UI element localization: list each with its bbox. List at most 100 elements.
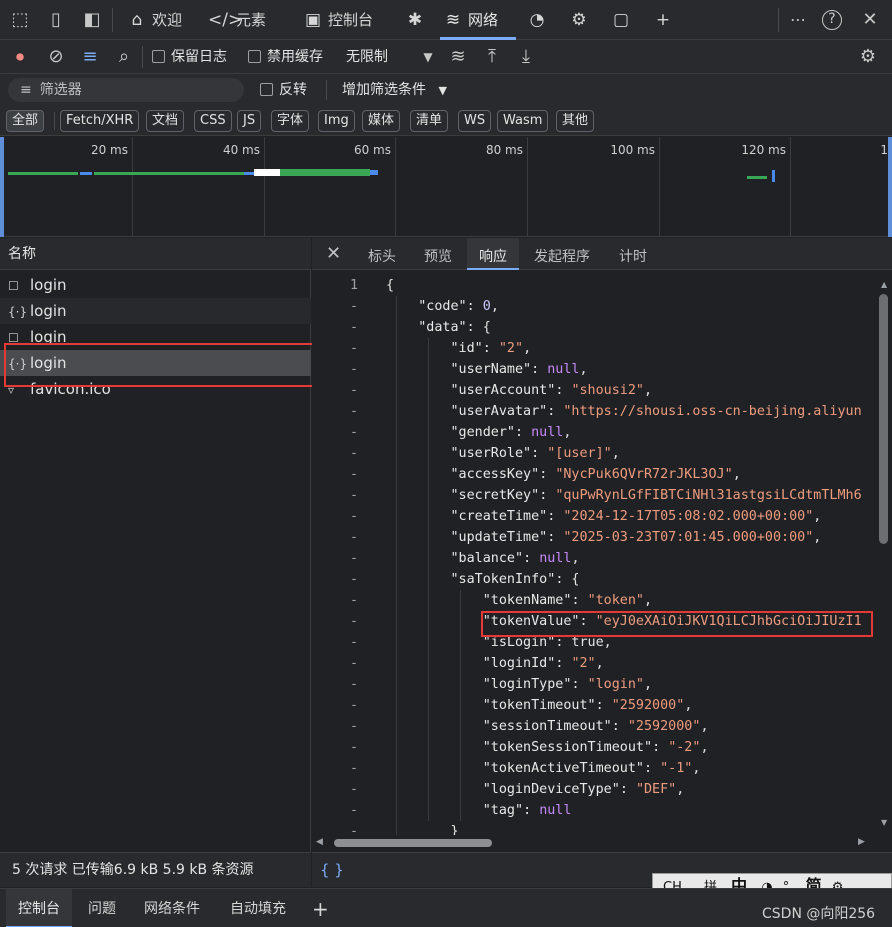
tab-timing[interactable]: 计时 [619,238,647,270]
tab-console[interactable]: ▣ 控制台 [300,0,373,40]
tab-response[interactable]: 响应 [467,238,519,270]
filter-toggle-icon[interactable]: ≡ [78,45,102,69]
filter-input[interactable]: ≡ 筛选器 [8,78,244,102]
type-css[interactable]: CSS [194,110,232,132]
disable-cache-checkbox[interactable]: 禁用缓存 [248,40,323,74]
type-ws[interactable]: WS [458,110,492,132]
close-icon[interactable]: ✕ [858,8,882,32]
help-icon[interactable]: ? [822,10,842,30]
line-number: - [349,698,358,713]
type-img[interactable]: Img [318,110,355,132]
tab-memory[interactable]: ⚙ [566,0,594,40]
divider [778,8,779,32]
tab-initiator[interactable]: 发起程序 [534,238,590,270]
line-number: - [349,299,358,314]
line-number: - [349,761,358,776]
vertical-scrollbar[interactable]: ▲ ▼ [876,280,892,832]
type-other[interactable]: 其他 [556,110,595,132]
type-wasm[interactable]: Wasm [497,110,549,132]
add-drawer-tab-icon[interactable]: + [312,889,329,927]
drawer-tab-network-conditions[interactable]: 网络条件 [144,889,200,927]
watermark: CSDN @向阳256 [762,906,876,922]
line-number: - [349,635,358,650]
scroll-down-icon[interactable]: ▼ [881,818,887,827]
code-line: "secretKey": "quPwRynLGfFIBTCiNHl31astgs… [450,488,862,503]
bug-icon: ✱ [407,10,423,30]
tab-welcome[interactable]: ⌂ 欢迎 [124,0,182,40]
indent-guide [460,590,461,821]
divider [54,112,55,130]
code-line: "sessionTimeout": "2592000", [482,719,709,734]
tick-label: 40 ms [222,143,260,157]
tab-headers[interactable]: 标头 [368,238,396,270]
tab-network[interactable]: ≋ 网络 [440,0,516,40]
tick-line [790,137,791,237]
network-conditions-icon[interactable]: ≋ [446,45,470,69]
horizontal-scrollbar[interactable]: ◀ ▶ [312,835,876,851]
add-filter-button[interactable]: 增加筛选条件 ▼ [342,74,447,106]
line-number: - [349,572,358,587]
resource-type-filter: 全部 Fetch/XHR 文档 CSS JS 字体 Img 媒体 清单 WS W… [0,106,892,136]
request-row[interactable]: {·} login [0,298,311,324]
device-toolbar-icon[interactable]: ▯ [44,8,68,32]
tab-preview[interactable]: 预览 [424,238,452,270]
timeline-end-handle[interactable] [888,137,892,237]
tab-application[interactable]: ▢ [608,0,636,40]
type-fetch-xhr[interactable]: Fetch/XHR [60,110,140,132]
home-icon: ⌂ [131,10,143,30]
scroll-up-icon[interactable]: ▲ [881,280,887,289]
indent-guide [396,296,397,835]
tab-elements[interactable]: </>元素 [208,0,266,40]
preserve-log-checkbox[interactable]: 保留日志 [152,40,227,74]
record-stop-icon[interactable]: ⏺ [8,45,32,69]
clear-icon[interactable]: ⊘ [44,45,68,69]
tab-sources[interactable]: ✱ [402,0,430,40]
drawer-tab-console[interactable]: 控制台 [6,889,72,927]
checkbox-box [260,83,273,96]
code-line: "code": 0, [418,299,499,314]
type-font[interactable]: 字体 [271,110,310,132]
tick-line [527,137,528,237]
request-row[interactable]: ☐ login [0,272,311,298]
inspect-element-icon[interactable]: ⬚ [8,8,32,32]
timing-bar [280,169,370,176]
timing-bar [772,170,775,182]
pretty-print-button[interactable]: { } [320,853,344,887]
highlight-box [481,611,873,637]
response-code-view[interactable]: 1 {- "code": 0, - "data": {- "id": "2", - "… [312,271,878,835]
settings-gear-icon[interactable]: ⚙ [856,45,880,69]
line-number: - [349,509,358,524]
code-line: "balance": null, [450,551,580,566]
scroll-right-icon[interactable]: ▶ [858,837,865,847]
scroll-left-icon[interactable]: ◀ [316,837,323,847]
dock-side-icon[interactable]: ◧ [80,8,104,32]
type-js[interactable]: JS [237,110,262,132]
tab-performance[interactable]: ◔ [524,0,552,40]
export-har-icon[interactable]: ⤓ [514,45,538,69]
drawer-tab-issues[interactable]: 问题 [88,889,116,927]
type-all[interactable]: 全部 [6,110,45,132]
close-icon[interactable]: ✕ [326,238,341,270]
type-document[interactable]: 文档 [146,110,185,132]
name-column-header[interactable]: 名称 [0,238,311,270]
scroll-thumb[interactable] [879,294,888,544]
invert-checkbox[interactable]: 反转 [260,74,307,106]
code-line: "updateTime": "2025-03-23T07:01:45.000+0… [450,530,822,545]
timing-bar [370,170,378,175]
drawer-tab-autofill[interactable]: 自动填充 [230,889,286,927]
code-line: "userName": null, [450,362,588,377]
more-options-icon[interactable]: ⋯ [786,8,810,32]
type-media[interactable]: 媒体 [362,110,401,132]
type-manifest[interactable]: 清单 [410,110,449,132]
code-line: "loginDeviceType": "DEF", [482,782,685,797]
timeline-start-handle[interactable] [0,137,4,237]
throttling-select[interactable]: 无限制 [346,40,388,74]
code-line: "tokenTimeout": "2592000", [482,698,693,713]
chevron-down-icon[interactable]: ▼ [416,45,440,69]
chevron-down-icon: ▼ [438,84,447,97]
search-icon[interactable]: ⌕ [112,45,136,69]
import-har-icon[interactable]: ⤒ [480,45,504,69]
timeline-overview[interactable]: 20 ms 40 ms 60 ms 80 ms 100 ms 120 ms 1 [0,137,892,237]
more-tabs-button[interactable]: + [650,0,678,40]
scroll-thumb[interactable] [334,839,492,847]
